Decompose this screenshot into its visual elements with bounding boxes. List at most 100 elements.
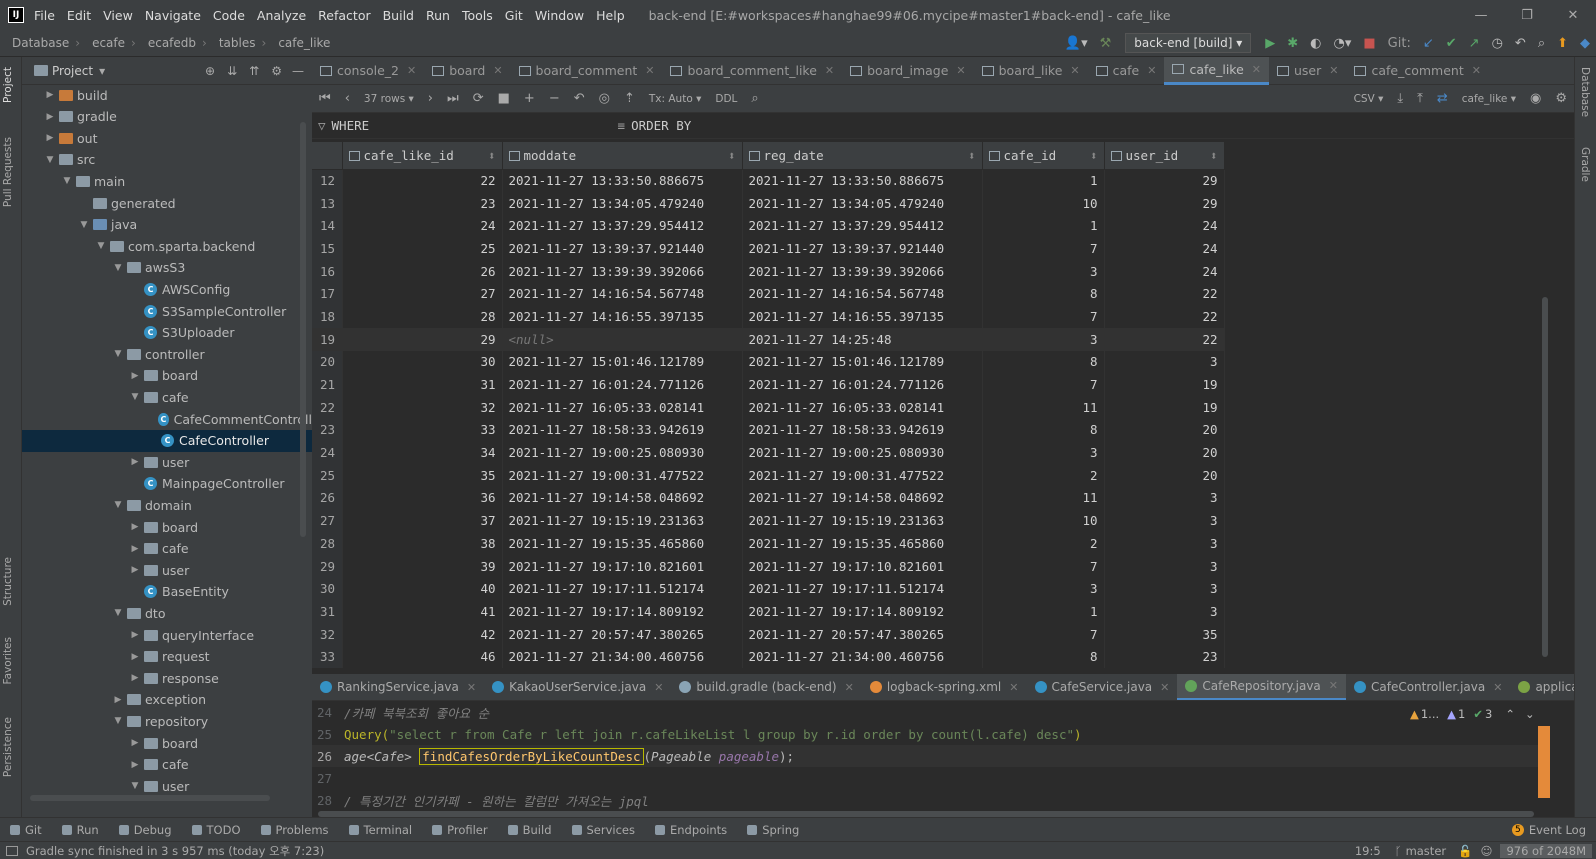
- build-hammer-icon[interactable]: ⚒: [1100, 36, 1112, 51]
- tree-item[interactable]: ▶ board: [22, 365, 312, 387]
- add-row-icon[interactable]: +: [524, 91, 535, 106]
- table-cell[interactable]: 2021-11-27 19:17:14.809192: [502, 600, 743, 623]
- project-view-select[interactable]: Project: [52, 64, 93, 78]
- next-page-icon[interactable]: ›: [428, 91, 433, 106]
- user-icon[interactable]: 👤▾: [1065, 36, 1088, 51]
- close-icon[interactable]: ✕: [956, 64, 965, 77]
- chevron-right-icon[interactable]: ▶: [128, 673, 142, 683]
- close-icon[interactable]: ✕: [1009, 681, 1018, 694]
- table-cell[interactable]: 7: [982, 554, 1105, 578]
- breadcrumb-item[interactable]: Database: [12, 36, 69, 50]
- table-cell[interactable]: 8: [982, 418, 1105, 442]
- sort-icon[interactable]: ⬍: [968, 148, 976, 163]
- tree-item[interactable]: ▶ request: [22, 646, 312, 668]
- table-cell[interactable]: 39: [342, 554, 503, 578]
- plugin-icon[interactable]: ◆: [1580, 36, 1590, 51]
- close-icon[interactable]: ✕: [645, 64, 654, 77]
- tree-item[interactable]: ▶ cafe: [22, 538, 312, 560]
- editor-marker-stripe[interactable]: [1538, 726, 1550, 798]
- table-cell[interactable]: 38: [342, 532, 503, 555]
- tree-item[interactable]: ▼ awsS3: [22, 257, 312, 279]
- breadcrumb-item[interactable]: cafe_like: [278, 36, 330, 50]
- collapse-all-icon[interactable]: ⇈: [249, 64, 259, 78]
- status-message[interactable]: Gradle sync finished in 3 s 957 ms (toda…: [26, 843, 324, 859]
- restore-icon[interactable]: ❐: [1504, 8, 1550, 23]
- table-cell[interactable]: 2021-11-27 20:57:47.380265: [742, 622, 983, 646]
- table-cell[interactable]: 2021-11-27 16:01:24.771126: [742, 373, 983, 396]
- table-cell[interactable]: 2021-11-27 13:39:37.921440: [502, 237, 743, 260]
- chevron-down-icon[interactable]: ▼: [111, 500, 125, 510]
- column-header-cafe-id[interactable]: cafe_id ⬍: [982, 142, 1105, 170]
- menu-item-git[interactable]: Git: [505, 8, 523, 23]
- tree-item[interactable]: ▶ board: [22, 732, 312, 754]
- close-icon[interactable]: ✕: [1147, 64, 1156, 77]
- table-cell[interactable]: 2021-11-27 19:15:35.465860: [742, 532, 983, 555]
- file-tab[interactable]: CafeService.java ✕: [1027, 674, 1178, 700]
- menu-item-code[interactable]: Code: [213, 8, 245, 23]
- table-cell[interactable]: 26: [342, 259, 503, 283]
- preview-icon[interactable]: ◎: [599, 91, 610, 106]
- minimize-icon[interactable]: —: [1458, 8, 1504, 23]
- tree-item[interactable]: ▶ out: [22, 127, 312, 149]
- table-cell[interactable]: 23: [342, 191, 503, 215]
- inspection-widget[interactable]: ▲ 1... ▲ 1 ✔ 3 ⌃ ⌄: [1410, 707, 1540, 721]
- git-update-icon[interactable]: ↙: [1423, 36, 1434, 51]
- chevron-down-icon[interactable]: ▼: [77, 220, 91, 230]
- chevron-down-icon[interactable]: ▼: [94, 241, 108, 251]
- tool-window-spring[interactable]: Spring: [747, 823, 799, 837]
- tool-window-profiler[interactable]: Profiler: [432, 823, 488, 837]
- table-cell[interactable]: 2021-11-27 16:05:33.028141: [742, 395, 983, 419]
- chevron-right-icon[interactable]: ▶: [128, 565, 142, 575]
- tree-item[interactable]: ▶ cafe: [22, 754, 312, 776]
- table-cell[interactable]: 30: [342, 350, 503, 374]
- table-cell[interactable]: 29: [342, 327, 503, 351]
- git-commit-icon[interactable]: ✔: [1446, 36, 1457, 51]
- chevron-down-icon[interactable]: ▼: [43, 155, 57, 165]
- tool-window-run[interactable]: Run: [61, 823, 99, 837]
- table-cell[interactable]: 32: [342, 395, 503, 419]
- chevron-right-icon[interactable]: ▶: [128, 630, 142, 640]
- table-row[interactable]: 33 46 2021-11-27 21:34:00.460756 2021-11-27…: [312, 645, 1225, 669]
- locate-icon[interactable]: ⊕: [205, 64, 215, 78]
- table-row[interactable]: 31 41 2021-11-27 19:17:14.809192 2021-11-27…: [312, 600, 1225, 623]
- table-cell[interactable]: 35: [1104, 622, 1225, 646]
- chevron-right-icon[interactable]: ▶: [43, 90, 57, 100]
- table-row[interactable]: 12 22 2021-11-27 13:33:50.886675 2021-11-27…: [312, 169, 1225, 192]
- table-cell[interactable]: 2021-11-27 13:37:29.954412: [502, 214, 743, 238]
- table-cell[interactable]: 22: [342, 169, 503, 192]
- tool-window-terminal[interactable]: Terminal: [348, 823, 412, 837]
- table-cell[interactable]: 3: [1104, 486, 1225, 510]
- tool-tab-pull-requests[interactable]: Pull Requests: [2, 137, 14, 207]
- table-row[interactable]: 15 25 2021-11-27 13:39:37.921440 2021-11-27…: [312, 237, 1225, 260]
- close-icon[interactable]: ✕: [467, 681, 476, 694]
- table-cell[interactable]: 2021-11-27 14:16:54.567748: [502, 282, 743, 306]
- table-cell[interactable]: 19: [1104, 395, 1225, 419]
- menu-item-window[interactable]: Window: [535, 8, 584, 23]
- gear-icon[interactable]: ⚙: [271, 64, 282, 78]
- table-cell[interactable]: 35: [342, 463, 503, 487]
- column-header-reg-date[interactable]: reg_date ⬍: [742, 142, 983, 170]
- menu-item-edit[interactable]: Edit: [67, 8, 91, 23]
- tool-tab-gradle[interactable]: Gradle: [1579, 147, 1591, 182]
- table-cell[interactable]: 1: [982, 600, 1105, 623]
- table-cell[interactable]: 2021-11-27 14:16:55.397135: [502, 305, 743, 328]
- table-row[interactable]: 32 42 2021-11-27 20:57:47.380265 2021-11-27…: [312, 622, 1225, 646]
- table-cell[interactable]: 2021-11-27 19:00:31.477522: [502, 463, 743, 487]
- table-cell[interactable]: 2021-11-27 19:00:25.080930: [742, 441, 983, 464]
- menu-item-run[interactable]: Run: [426, 8, 450, 23]
- chevron-down-icon[interactable]: ▼: [111, 263, 125, 273]
- chevron-down-icon[interactable]: ▼: [111, 349, 125, 359]
- tool-window-todo[interactable]: TODO: [191, 823, 241, 837]
- tab-board-comment-like[interactable]: board_comment_like ✕: [662, 57, 842, 85]
- chevron-down-icon[interactable]: ▼: [128, 392, 142, 402]
- table-cell[interactable]: 10: [982, 509, 1105, 532]
- menu-item-refactor[interactable]: Refactor: [318, 8, 370, 23]
- table-cell[interactable]: 10: [982, 191, 1105, 215]
- table-cell[interactable]: 22: [1104, 327, 1225, 351]
- table-cell[interactable]: 29: [1104, 169, 1225, 192]
- table-cell[interactable]: 2021-11-27 13:39:39.392066: [502, 259, 743, 283]
- table-cell[interactable]: 2021-11-27 14:16:54.567748: [742, 282, 983, 306]
- file-tab[interactable]: build.gradle (back-end) ✕: [671, 674, 861, 700]
- hide-icon[interactable]: —: [292, 64, 304, 78]
- gear-icon[interactable]: ⚙: [1555, 91, 1567, 106]
